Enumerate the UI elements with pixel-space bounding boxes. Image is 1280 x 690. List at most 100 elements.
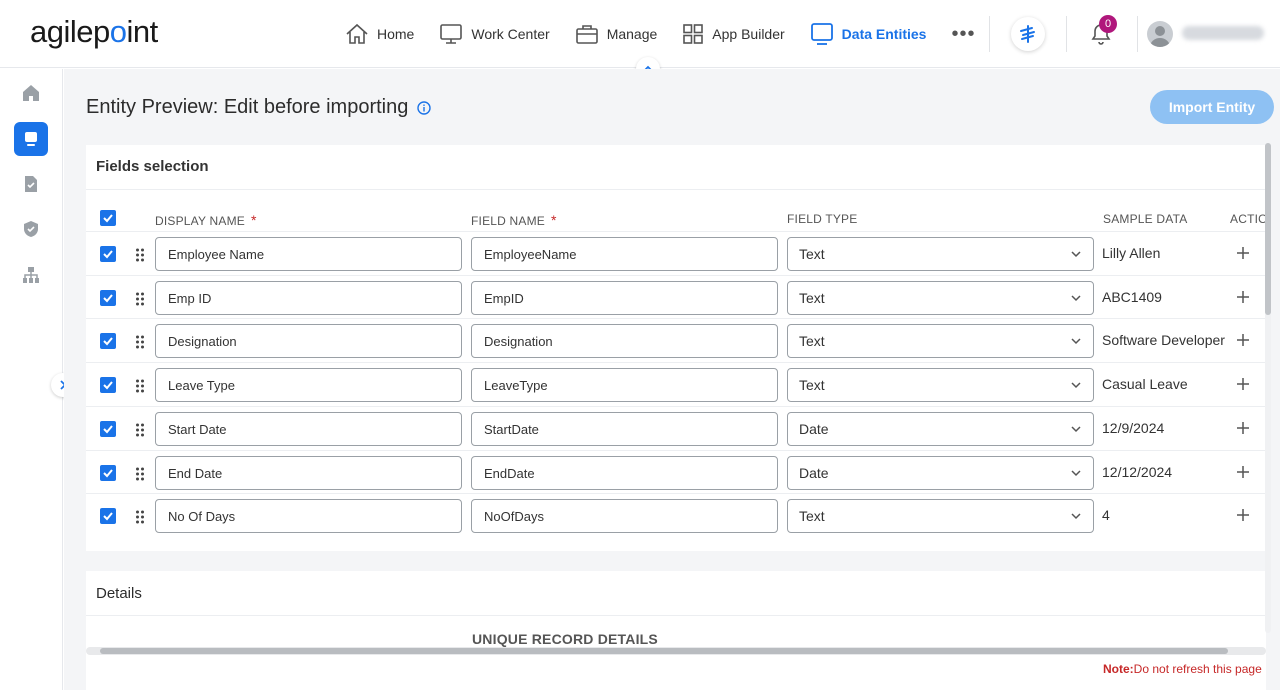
chevron-down-icon: [1071, 251, 1081, 258]
user-avatar[interactable]: [1147, 21, 1173, 47]
field-name-input[interactable]: LeaveType: [471, 368, 778, 402]
display-name-input[interactable]: Leave Type: [155, 368, 462, 402]
drag-handle-icon[interactable]: [135, 248, 145, 262]
briefcase-icon: [575, 25, 598, 44]
monitor-icon: [440, 24, 463, 44]
table-row: No Of Days NoOfDays Text 4: [86, 493, 1266, 537]
chevron-down-icon: [1071, 295, 1081, 302]
add-icon[interactable]: [1236, 465, 1250, 479]
drag-handle-icon[interactable]: [135, 379, 145, 393]
row-checkbox[interactable]: [100, 246, 116, 262]
chevron-down-icon: [1071, 338, 1081, 345]
drag-handle-icon[interactable]: [135, 423, 145, 437]
display-name-input[interactable]: Emp ID: [155, 281, 462, 315]
sidebar-hierarchy[interactable]: [14, 258, 48, 292]
drag-handle-icon[interactable]: [135, 510, 145, 524]
fields-selection-title: Fields selection: [96, 158, 209, 175]
field-name-input[interactable]: EmpID: [471, 281, 778, 315]
sidebar-home[interactable]: [14, 76, 48, 110]
sample-data-value: Lilly Allen: [1102, 245, 1161, 261]
username-blurred[interactable]: [1182, 26, 1264, 40]
home-icon: [23, 85, 39, 101]
display-name-input[interactable]: Start Date: [155, 412, 462, 446]
table-row: End Date EndDate Date 12/12/2024: [86, 450, 1266, 494]
row-checkbox[interactable]: [100, 508, 116, 524]
vertical-scrollbar[interactable]: [1265, 143, 1271, 633]
home-icon: [346, 23, 368, 44]
row-checkbox[interactable]: [100, 465, 116, 481]
field-type-select[interactable]: Text: [787, 281, 1094, 315]
nav-home[interactable]: Home: [345, 0, 414, 68]
add-icon[interactable]: [1236, 421, 1250, 435]
display-name-input[interactable]: Designation: [155, 324, 462, 358]
document-check-icon: [25, 176, 37, 192]
drag-handle-icon[interactable]: [135, 292, 145, 306]
row-checkbox[interactable]: [100, 377, 116, 393]
vertical-scrollbar-thumb[interactable]: [1265, 143, 1271, 315]
checkmark-icon: [103, 337, 113, 346]
drag-handle-icon[interactable]: [135, 467, 145, 481]
field-name-input[interactable]: Designation: [471, 324, 778, 358]
user-icon: [1150, 26, 1170, 47]
checkmark-icon: [103, 294, 113, 303]
import-entity-button[interactable]: Import Entity: [1150, 90, 1274, 124]
sidebar-security[interactable]: [14, 212, 48, 246]
field-name-input[interactable]: StartDate: [471, 412, 778, 446]
field-type-select[interactable]: Text: [787, 237, 1094, 271]
details-card: Details UNIQUE RECORD DETAILS: [86, 571, 1266, 690]
sidebar-tasks[interactable]: [14, 167, 48, 201]
required-asterisk: *: [251, 212, 257, 228]
field-name-input[interactable]: EndDate: [471, 456, 778, 490]
row-checkbox[interactable]: [100, 421, 116, 437]
add-icon[interactable]: [1236, 246, 1250, 260]
divider: [86, 189, 1266, 190]
field-type-value: Text: [799, 246, 825, 262]
hierarchy-icon: [23, 267, 39, 283]
notification-badge: 0: [1099, 15, 1117, 33]
field-type-select[interactable]: Date: [787, 412, 1094, 446]
horizontal-scrollbar[interactable]: [86, 647, 1266, 655]
data-entity-icon: [25, 132, 37, 146]
field-name-input[interactable]: NoOfDays: [471, 499, 778, 533]
add-icon[interactable]: [1236, 290, 1250, 304]
nav-work-center[interactable]: Work Center: [439, 0, 550, 68]
row-checkbox[interactable]: [100, 333, 116, 349]
main-content: Entity Preview: Edit before importing Im…: [64, 69, 1280, 690]
table-row: Start Date StartDate Date 12/9/2024: [86, 406, 1266, 450]
field-type-select[interactable]: Text: [787, 324, 1094, 358]
nav-data-entities[interactable]: Data Entities: [810, 0, 926, 68]
agilepoint-menu-button[interactable]: [1011, 17, 1045, 51]
field-type-select[interactable]: Text: [787, 499, 1094, 533]
row-checkbox[interactable]: [100, 290, 116, 306]
field-type-value: Date: [799, 465, 829, 481]
field-name-input[interactable]: EmployeeName: [471, 237, 778, 271]
logo-o: o: [109, 14, 127, 49]
field-type-select[interactable]: Date: [787, 456, 1094, 490]
checkmark-icon: [103, 512, 113, 521]
display-name-input[interactable]: No Of Days: [155, 499, 462, 533]
info-icon[interactable]: [417, 100, 432, 115]
column-header-actions: ACTIO: [1230, 212, 1266, 226]
nav-divider: [1066, 16, 1067, 52]
add-icon[interactable]: [1236, 508, 1250, 522]
field-type-value: Text: [799, 333, 825, 349]
add-icon[interactable]: [1236, 333, 1250, 347]
field-type-select[interactable]: Text: [787, 368, 1094, 402]
checkmark-icon: [103, 469, 113, 478]
select-all-checkbox[interactable]: [100, 210, 116, 226]
horizontal-scrollbar-thumb[interactable]: [100, 648, 1228, 654]
display-name-input[interactable]: End Date: [155, 456, 462, 490]
chevron-down-icon: [1071, 513, 1081, 520]
more-menu-button[interactable]: •••: [951, 0, 975, 68]
details-title: Details: [96, 585, 142, 602]
table-row: Employee Name EmployeeName Text Lilly Allen: [86, 231, 1266, 275]
field-type-value: Text: [799, 508, 825, 524]
nav-divider: [989, 16, 990, 52]
agilepoint-logo[interactable]: agilepoint: [30, 14, 158, 50]
drag-handle-icon[interactable]: [135, 335, 145, 349]
display-name-input[interactable]: Employee Name: [155, 237, 462, 271]
add-icon[interactable]: [1236, 377, 1250, 391]
nav-app-builder[interactable]: App Builder: [682, 0, 785, 68]
sidebar-data-entities[interactable]: [14, 122, 48, 156]
sample-data-value: Casual Leave: [1102, 376, 1188, 392]
